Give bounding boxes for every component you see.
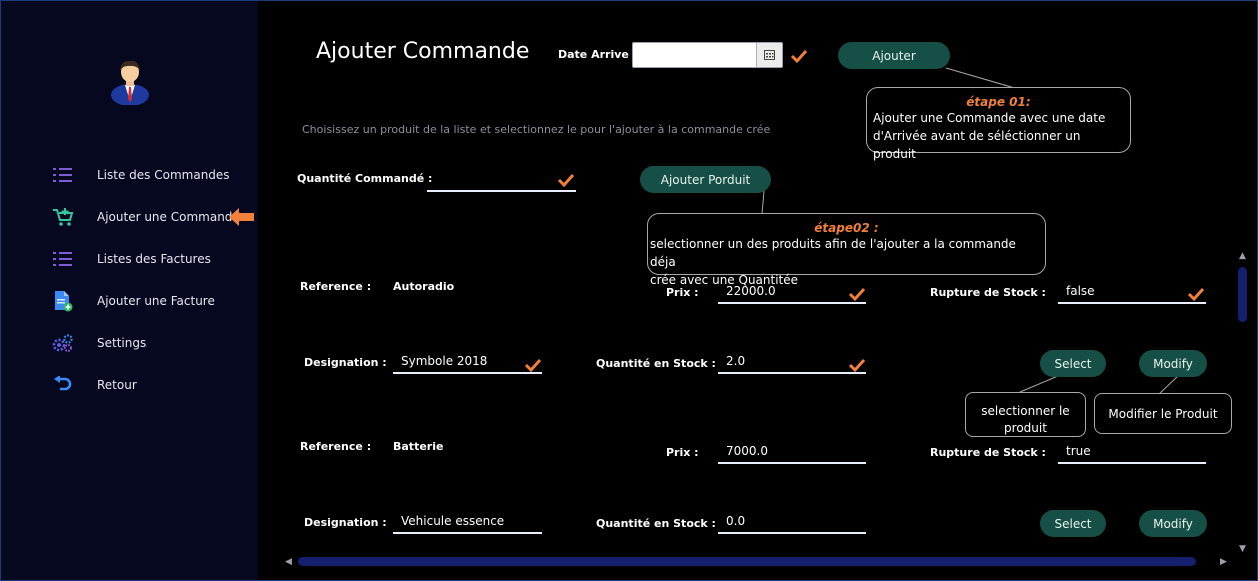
page-title: Ajouter Commande [316,39,530,64]
calendar-icon[interactable] [756,43,782,67]
rupture-label: Rupture de Stock : [930,446,1046,459]
date-input[interactable] [632,42,783,68]
scroll-left-icon[interactable]: ◀ [285,557,292,567]
select-callout-line1: selectionner le [981,404,1070,418]
return-icon [51,374,75,396]
document-add-icon [51,290,75,312]
select-button[interactable]: Select [1040,350,1106,377]
check-icon [524,358,542,373]
designation-label: Designation : [304,516,387,529]
select-button[interactable]: Select [1040,510,1106,537]
scroll-right-icon[interactable]: ▶ [1220,557,1227,567]
designation-label: Designation : [304,356,387,369]
cogs-icon [51,332,75,354]
main-panel: Ajouter Commande Date Arrive : Ajouter é… [258,1,1257,580]
cart-add-icon [51,206,75,228]
reference-label: Reference : [300,280,372,293]
list-icon [51,164,75,186]
arrow-left-icon [229,208,254,226]
horizontal-scrollbar[interactable] [298,557,1196,566]
prix-label: Prix : [666,446,699,459]
stock-label: Quantité en Stock : [596,357,716,370]
sidebar-item-label: Listes des Factures [97,252,211,266]
user-avatar-icon [111,60,149,105]
stock-field[interactable]: 2.0 [718,350,866,374]
check-icon [848,358,866,373]
sidebar-item-retour[interactable]: Retour [51,372,137,398]
check-icon [848,287,866,302]
step2-callout: étape02 : selectionner un des produits a… [647,213,1046,287]
stock-field[interactable]: 0.0 [718,510,866,534]
modify-button[interactable]: Modify [1139,510,1207,537]
reference-label: Reference : [300,440,372,453]
sidebar-item-label: Ajouter une Commande [97,210,240,224]
step1-title: étape 01: [966,95,1031,109]
step1-text-line1: Ajouter une Commande avec une date [873,111,1106,125]
quantity-label: Quantité Commandé : [297,172,433,185]
rupture-label: Rupture de Stock : [930,286,1046,299]
stock-label: Quantité en Stock : [596,517,716,530]
modify-button[interactable]: Modify [1139,350,1207,377]
reference-value: Autoradio [393,280,455,293]
modify-callout: Modifier le Produit [1094,393,1232,434]
ajouter-button[interactable]: Ajouter [838,42,950,69]
quantity-input[interactable] [427,168,576,192]
sidebar-item-liste-commandes[interactable]: Liste des Commandes [51,162,230,188]
designation-field[interactable]: Symbole 2018 [393,350,542,374]
scroll-down-icon[interactable]: ▼ [1239,544,1246,554]
sidebar-item-settings[interactable]: Settings [51,330,146,356]
sidebar-item-ajouter-commande[interactable]: Ajouter une Commande [51,204,240,230]
step2-title: étape02 : [814,221,879,235]
sidebar-item-label: Ajouter une Facture [97,294,215,308]
check-icon [557,173,575,188]
select-callout-line2: produit [1004,421,1047,435]
list-icon [51,248,75,270]
sidebar-item-label: Liste des Commandes [97,168,230,182]
date-label: Date Arrive : [558,48,638,61]
check-icon [1187,287,1205,302]
sidebar-item-label: Settings [97,336,147,350]
sidebar-item-ajouter-facture[interactable]: Ajouter une Facture [51,288,215,314]
rupture-field[interactable]: false [1058,280,1206,304]
sidebar: Liste des Commandes Ajouter une Commande… [1,1,258,580]
select-callout: selectionner le produit [965,392,1086,437]
check-icon [790,49,808,64]
step1-text-line2: d'Arrivée avant de séléctionner un produ… [873,129,1081,161]
vertical-scrollbar[interactable] [1238,267,1247,322]
sidebar-item-listes-factures[interactable]: Listes des Factures [51,246,211,272]
rupture-field[interactable]: true [1058,440,1206,464]
ajouter-produit-button[interactable]: Ajouter Porduit [640,166,771,193]
designation-field[interactable]: Vehicule essence [393,510,542,534]
sidebar-item-label: Retour [97,378,137,392]
prix-field[interactable]: 22000.0 [718,280,866,304]
step1-callout: étape 01: Ajouter une Commande avec une … [866,87,1131,161]
reference-value: Batterie [393,440,444,453]
step2-text-line1: selectionner un des produits afin de l'a… [650,237,1016,269]
prix-field[interactable]: 7000.0 [718,440,866,464]
instruction-hint: Choisissez un produit de la liste et sel… [302,123,771,136]
prix-label: Prix : [666,286,699,299]
scroll-up-icon[interactable]: ▲ [1239,251,1246,261]
